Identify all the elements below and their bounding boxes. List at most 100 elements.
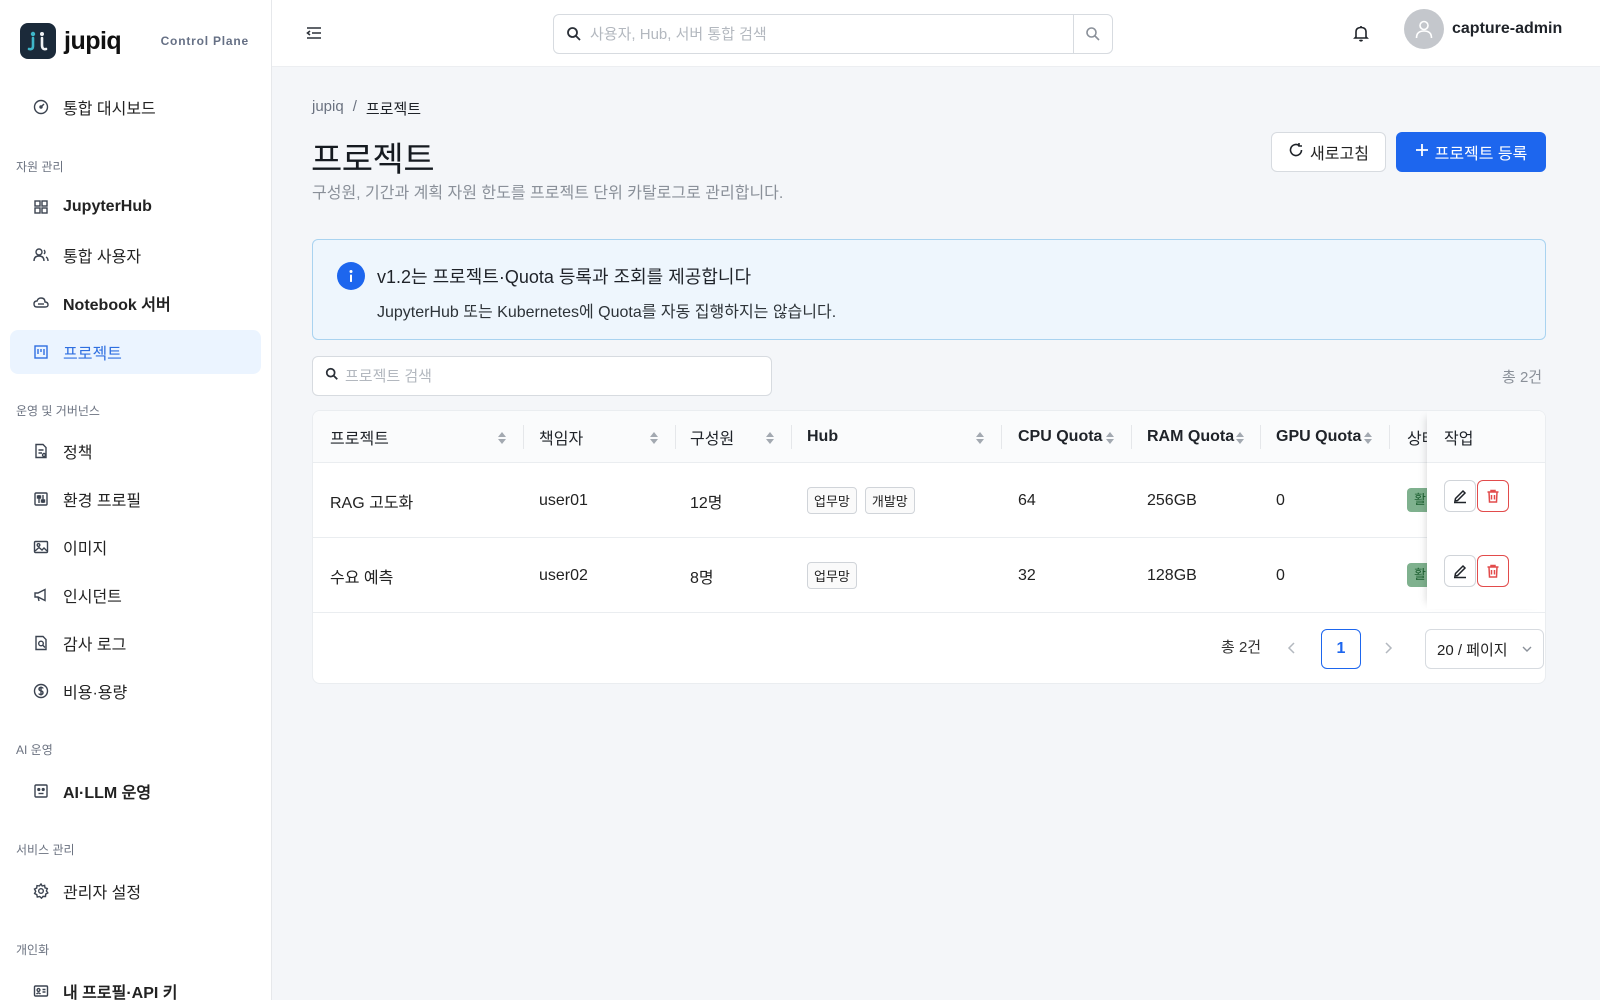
sidebar-item-cost[interactable]: 비용·용량 [10, 669, 261, 713]
cell-members: 12명 [690, 494, 723, 512]
page-number-current[interactable]: 1 [1321, 629, 1361, 669]
policy-icon [33, 443, 49, 459]
page-size-select[interactable]: 20 / 페이지 [1425, 629, 1544, 669]
sidebar: jupiq Control Plane 통합 대시보드 자원 관리 Jupyte… [0, 0, 272, 1000]
chevron-left-icon [1287, 642, 1295, 654]
sidebar-item-incidents[interactable]: 인시던트 [10, 573, 261, 617]
sidebar-item-env-profile[interactable]: 환경 프로필 [10, 477, 261, 521]
sidebar-item-my-profile[interactable]: 내 프로필·API 키 [10, 969, 261, 1000]
edit-button[interactable] [1444, 480, 1476, 512]
cell-ram: 128GB [1147, 566, 1197, 584]
col-cpu-quota[interactable]: CPU Quota [1018, 411, 1102, 463]
col-status[interactable]: 상태 [1407, 411, 1427, 463]
chevron-down-icon [1522, 646, 1532, 652]
table-row[interactable]: RAG 고도화 user01 12명 업무망 개발망 64 256GB 0 활성 [313, 463, 1545, 538]
sidebar-item-label: JupyterHub [63, 198, 152, 215]
section-service: 서비스 관리 [16, 843, 75, 857]
info-alert: v1.2는 프로젝트·Quota 등록과 조회를 제공합니다 JupyterHu… [312, 239, 1546, 340]
sidebar-item-audit[interactable]: 감사 로그 [10, 621, 261, 665]
actions-column: 작업 [1427, 411, 1545, 609]
sort-icon[interactable] [1235, 430, 1245, 446]
next-page-button[interactable] [1376, 636, 1400, 660]
user-name[interactable]: capture-admin [1452, 20, 1562, 38]
sidebar-item-projects[interactable]: 프로젝트 [10, 330, 261, 374]
sidebar-item-ai-llm[interactable]: AI·LLM 운영 [10, 769, 261, 813]
image-icon [33, 539, 49, 555]
section-governance: 운영 및 거버넌스 [16, 404, 100, 418]
grid-icon [33, 199, 49, 215]
users-icon [33, 247, 49, 263]
brand: jupiq Control Plane [0, 0, 271, 82]
page-size-value: 20 / 페이지 [1437, 641, 1508, 659]
avatar[interactable] [1404, 9, 1444, 49]
search-icon [554, 26, 586, 42]
col-ram-quota[interactable]: RAM Quota [1147, 411, 1234, 463]
cell-project: 수요 예측 [330, 569, 394, 587]
menu-toggle-icon[interactable] [304, 24, 324, 42]
breadcrumb: jupiq / 프로젝트 [312, 98, 421, 119]
trash-icon [1487, 564, 1499, 578]
table-row[interactable]: 수요 예측 user02 8명 업무망 32 128GB 0 활성 [313, 538, 1545, 613]
info-title: v1.2는 프로젝트·Quota 등록과 조회를 제공합니다 [377, 267, 752, 287]
sidebar-item-jupyterhub[interactable]: JupyterHub [10, 185, 261, 229]
sidebar-item-label: 내 프로필·API 키 [63, 985, 178, 1000]
breadcrumb-root[interactable]: jupiq [312, 98, 344, 119]
cell-hub: 업무망 [807, 538, 865, 613]
sidebar-item-label: AI·LLM 운영 [63, 785, 152, 802]
col-owner[interactable]: 책임자 [539, 411, 583, 463]
search-icon [325, 367, 339, 386]
col-hub[interactable]: Hub [807, 411, 838, 463]
cell-ram: 256GB [1147, 491, 1197, 509]
edit-icon [1454, 489, 1467, 504]
sidebar-item-label: 정책 [63, 445, 93, 462]
delete-button[interactable] [1477, 555, 1509, 587]
sidebar-item-label: 프로젝트 [63, 346, 122, 363]
col-project[interactable]: 프로젝트 [330, 411, 389, 463]
sidebar-item-admin-settings[interactable]: 관리자 설정 [10, 869, 261, 913]
sidebar-item-images[interactable]: 이미지 [10, 525, 261, 569]
sidebar-item-label: 인시던트 [63, 589, 122, 606]
table-header: 프로젝트 책임자 구성원 Hub CPU Quota RAM Quota GPU… [313, 411, 1545, 463]
register-project-label: 프로젝트 등록 [1434, 146, 1528, 163]
audit-icon [33, 635, 49, 651]
hub-tag: 업무망 [807, 562, 857, 589]
delete-button[interactable] [1477, 480, 1509, 512]
sidebar-item-users[interactable]: 통합 사용자 [10, 233, 261, 277]
cell-gpu: 0 [1276, 491, 1285, 509]
sidebar-item-notebook[interactable]: Notebook 서버 [10, 281, 261, 325]
hub-tag: 업무망 [807, 487, 857, 514]
col-gpu-quota[interactable]: GPU Quota [1276, 411, 1361, 463]
project-search-input[interactable] [345, 367, 745, 385]
sort-icon[interactable] [649, 430, 659, 446]
sidebar-item-policy[interactable]: 정책 [10, 429, 261, 473]
megaphone-icon [33, 587, 49, 603]
notification-bell-icon[interactable] [1351, 23, 1371, 43]
sort-icon[interactable] [1363, 430, 1373, 446]
register-project-button[interactable]: 프로젝트 등록 [1396, 132, 1546, 172]
refresh-button[interactable]: 새로고침 [1271, 132, 1386, 172]
sort-icon[interactable] [1105, 430, 1115, 446]
global-search-input[interactable] [586, 25, 1073, 43]
sidebar-item-label: 비용·용량 [63, 685, 128, 702]
kanban-icon [33, 344, 49, 360]
breadcrumb-current: 프로젝트 [365, 101, 422, 118]
cell-cpu: 64 [1018, 491, 1036, 509]
sort-icon[interactable] [975, 430, 985, 446]
sort-icon[interactable] [497, 430, 507, 446]
sidebar-item-label: 감사 로그 [63, 637, 127, 654]
global-search [553, 14, 1113, 54]
brand-name: jupiq [64, 26, 122, 55]
plus-icon [1415, 143, 1429, 162]
section-ai: AI 운영 [16, 743, 53, 757]
dashboard-icon [33, 99, 49, 115]
sort-icon[interactable] [765, 430, 775, 446]
col-members[interactable]: 구성원 [690, 411, 734, 463]
sidebar-item-label: Notebook 서버 [63, 297, 171, 314]
search-button[interactable] [1073, 15, 1112, 53]
edit-button[interactable] [1444, 555, 1476, 587]
sidebar-item-label: 환경 프로필 [63, 493, 142, 510]
info-icon [337, 262, 365, 290]
prev-page-button[interactable] [1280, 636, 1304, 660]
sidebar-item-dashboard[interactable]: 통합 대시보드 [10, 85, 261, 129]
cell-owner: user01 [539, 491, 588, 509]
